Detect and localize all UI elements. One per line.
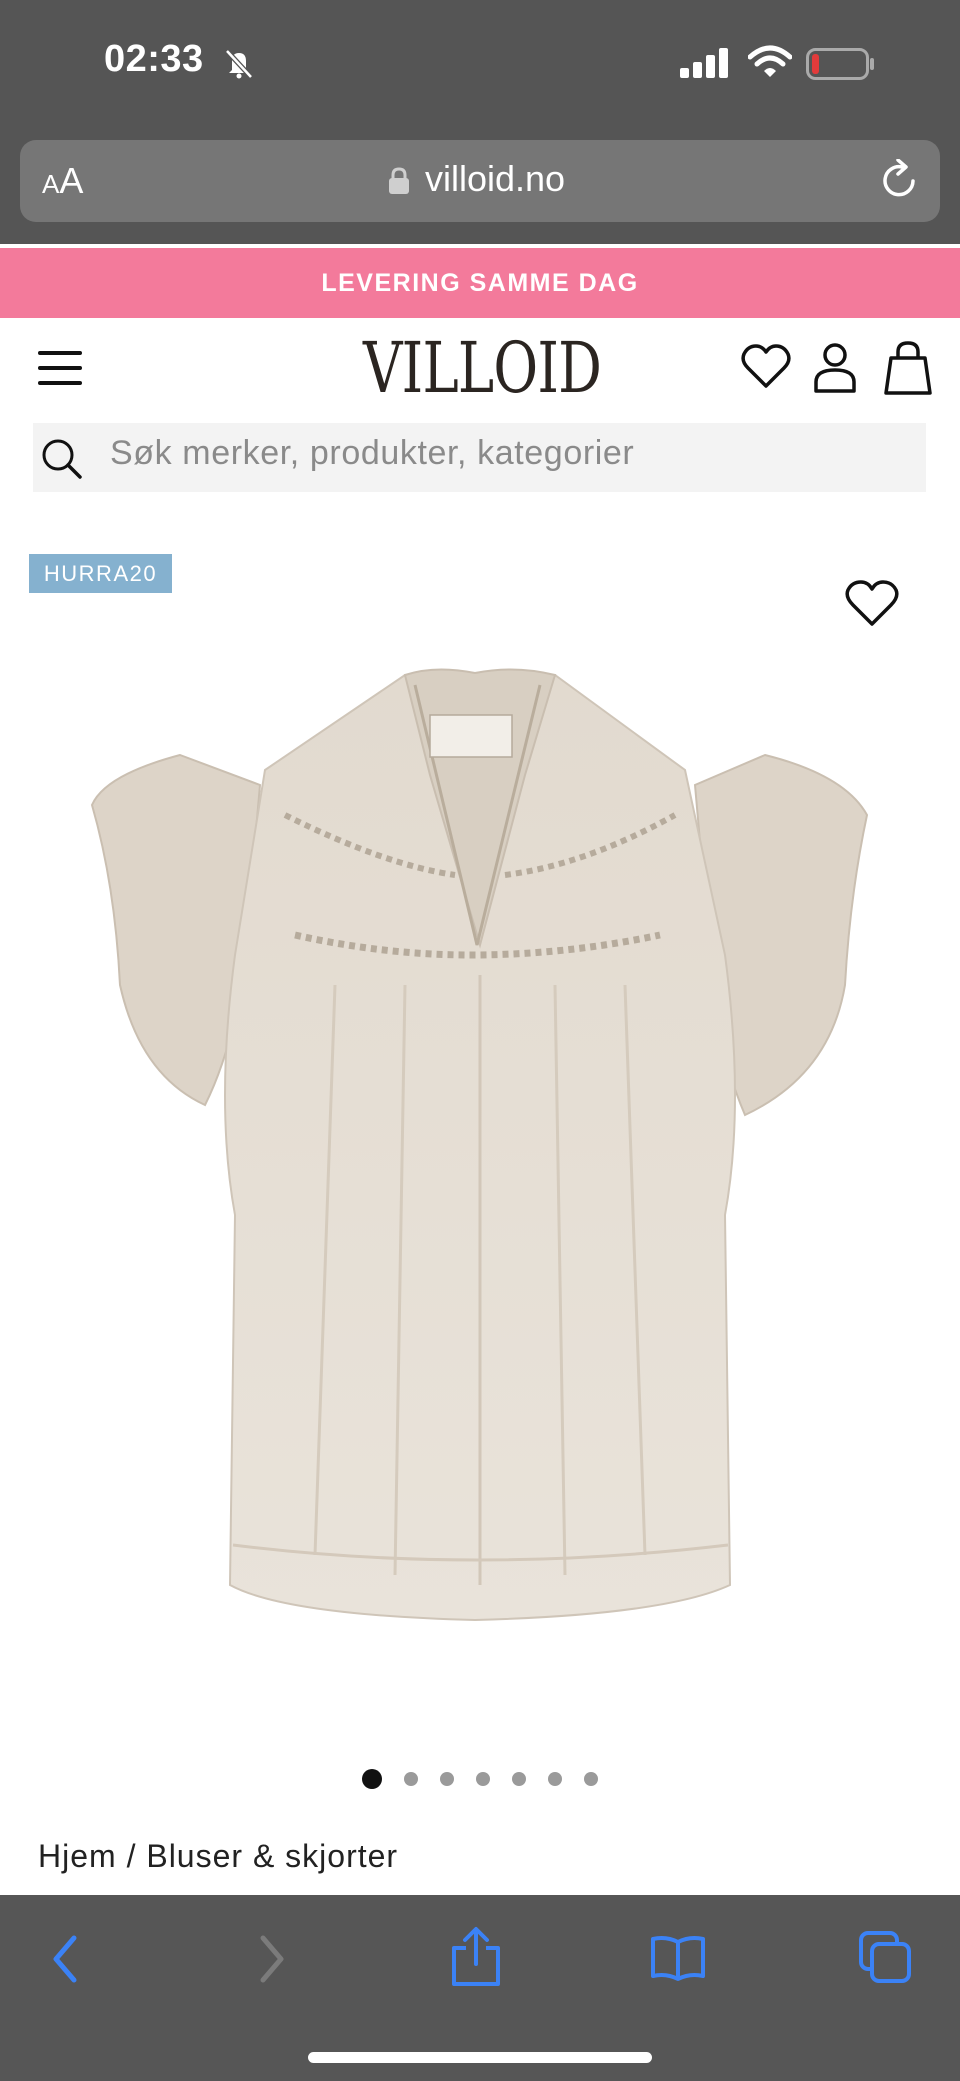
share-icon[interactable] [448, 1926, 504, 1988]
cellular-signal-icon [680, 48, 728, 78]
text-size-large-label: A [59, 160, 84, 201]
forward-arrow-icon[interactable] [255, 1934, 289, 1984]
wifi-icon [748, 45, 792, 77]
heart-icon[interactable] [845, 580, 899, 628]
battery-icon [806, 48, 874, 80]
bookmarks-icon[interactable] [650, 1934, 706, 1982]
tabs-icon[interactable] [858, 1930, 912, 1984]
carousel-dot[interactable] [476, 1772, 490, 1786]
promo-banner[interactable]: LEVERING SAMME DAG [0, 248, 960, 318]
promo-banner-text: LEVERING SAMME DAG [321, 268, 639, 297]
url-text[interactable]: villoid.no [425, 158, 565, 200]
carousel-dot[interactable] [404, 1772, 418, 1786]
carousel-dot[interactable] [512, 1772, 526, 1786]
account-icon[interactable] [813, 342, 857, 394]
text-size-small-label: A [42, 169, 60, 199]
reload-icon[interactable] [880, 159, 920, 201]
carousel-dot[interactable] [584, 1772, 598, 1786]
site-logo[interactable]: VILLOID [363, 327, 602, 409]
search-input[interactable]: Søk merker, produkter, kategorier [110, 434, 634, 473]
bell-slash-icon [225, 49, 253, 79]
lock-icon [389, 167, 409, 194]
image-carousel-dots [0, 1769, 960, 1789]
text-size-button[interactable]: AA [42, 160, 83, 202]
search-icon[interactable] [40, 437, 84, 481]
carousel-dot[interactable] [362, 1769, 382, 1789]
shopping-bag-icon[interactable] [883, 340, 933, 396]
heart-icon[interactable] [741, 344, 791, 390]
home-indicator[interactable] [308, 2052, 652, 2063]
status-time: 02:33 [104, 38, 204, 80]
discount-badge: HURRA20 [29, 554, 172, 593]
carousel-dot[interactable] [548, 1772, 562, 1786]
back-arrow-icon[interactable] [48, 1934, 82, 1984]
menu-icon[interactable] [38, 348, 84, 388]
carousel-dot[interactable] [440, 1772, 454, 1786]
product-image[interactable] [85, 655, 875, 1635]
breadcrumb[interactable]: Hjem / Bluser & skjorter [38, 1838, 398, 1875]
